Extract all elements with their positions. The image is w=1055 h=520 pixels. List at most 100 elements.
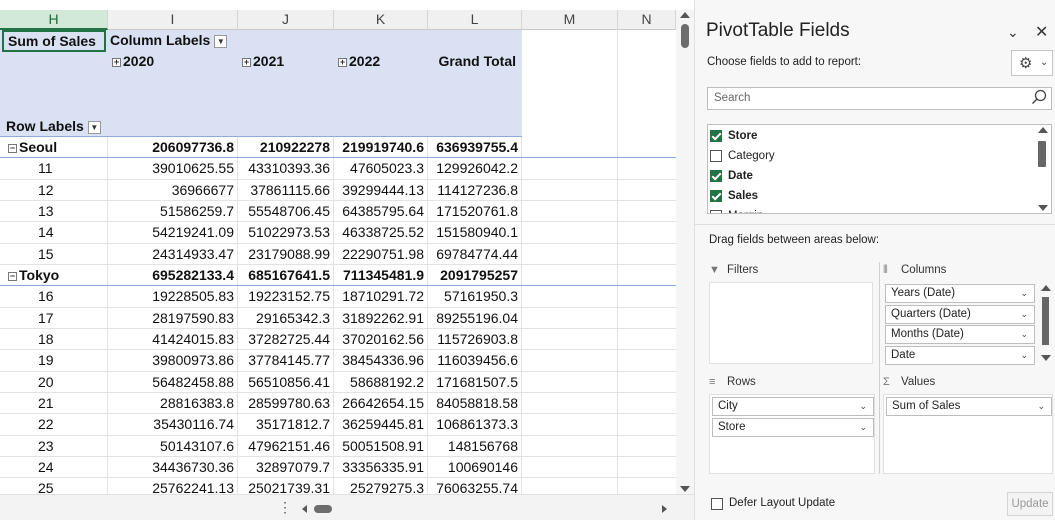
field-item[interactable]: Store [710, 127, 1030, 147]
value-cell[interactable]: 37784145.77 [238, 350, 333, 371]
value-cell[interactable]: 50143107.6 [108, 436, 237, 457]
value-cell[interactable]: 43310393.36 [238, 158, 333, 179]
expand-icon[interactable]: + [242, 57, 251, 67]
update-button[interactable]: Update [1007, 492, 1053, 516]
value-cell[interactable]: 18710291.72 [334, 286, 427, 307]
scroll-down-icon[interactable] [680, 486, 690, 492]
rows-drop-zone[interactable]: City ⌄ Store ⌄ [709, 394, 875, 474]
value-cell[interactable]: 34436730.36 [108, 457, 237, 478]
field-checkbox[interactable] [710, 170, 722, 182]
year-header[interactable]: +2022 [338, 51, 426, 72]
value-cell[interactable]: 51022973.53 [238, 222, 333, 243]
value-cell[interactable]: 39299444.13 [334, 180, 427, 201]
value-cell[interactable]: 25279275.3 [334, 478, 427, 494]
column-header[interactable]: M [522, 10, 618, 30]
value-cell[interactable]: 206097736.8 [108, 137, 237, 158]
cell-grid[interactable]: Sum of Sales Column Labels ▼ +2020 +2021 +202… [0, 30, 676, 494]
filter-dropdown-icon[interactable]: ▼ [87, 120, 101, 134]
value-cell[interactable]: 151580940.1 [428, 222, 521, 243]
column-header[interactable]: N [618, 10, 676, 30]
value-cell[interactable]: 219919740.6 [334, 137, 427, 158]
field-item[interactable]: Margin [710, 207, 1030, 213]
value-cell[interactable]: 47605023.3 [334, 158, 427, 179]
column-header[interactable]: K [334, 10, 428, 30]
value-cell[interactable]: 116039456.6 [428, 350, 521, 371]
field-checkbox[interactable] [710, 190, 722, 202]
value-cell[interactable]: 24314933.47 [108, 244, 237, 265]
value-cell[interactable]: 32897079.7 [238, 457, 333, 478]
column-header[interactable]: H [0, 10, 108, 30]
scroll-left-icon[interactable] [302, 505, 307, 513]
chevron-down-icon[interactable]: ⌄ [859, 398, 867, 415]
value-cell[interactable]: 36966677 [108, 180, 237, 201]
value-cell[interactable]: 58688192.2 [334, 372, 427, 393]
pivot-value-field[interactable]: Sum of Sales [2, 30, 106, 52]
sheet-vertical-scrollbar[interactable] [676, 10, 694, 494]
field-item[interactable]: Category [710, 147, 1030, 167]
field-item[interactable]: Sales [710, 187, 1030, 207]
filters-drop-zone[interactable] [709, 282, 873, 364]
filter-dropdown-icon[interactable]: ▼ [214, 34, 228, 48]
value-cell[interactable]: 25021739.31 [238, 478, 333, 494]
more-options-icon[interactable]: ⋮ [278, 499, 292, 516]
field-list-scrollbar[interactable] [1036, 127, 1050, 211]
value-cell[interactable]: 41424015.83 [108, 329, 237, 350]
value-cell[interactable]: 37861115.66 [238, 180, 333, 201]
columns-chip[interactable]: Date ⌄ [885, 345, 1035, 365]
value-cell[interactable]: 2091795257 [428, 265, 521, 286]
value-cell[interactable]: 56482458.88 [108, 372, 237, 393]
chevron-down-icon[interactable]: ⌄ [1020, 306, 1028, 323]
column-header[interactable]: L [428, 10, 522, 30]
values-drop-zone[interactable]: Sum of Sales ⌄ [883, 394, 1053, 474]
year-header[interactable]: +2020 [112, 51, 236, 72]
value-cell[interactable]: 28599780.63 [238, 393, 333, 414]
value-cell[interactable]: 19223152.75 [238, 286, 333, 307]
field-search-input[interactable]: Search [707, 87, 1052, 110]
value-cell[interactable]: 695282133.4 [108, 265, 237, 286]
value-cell[interactable]: 711345481.9 [334, 265, 427, 286]
value-cell[interactable]: 50051508.91 [334, 436, 427, 457]
chevron-down-icon[interactable]: ⌄ [1020, 347, 1028, 364]
scroll-thumb[interactable] [681, 24, 689, 48]
sheet-horizontal-scrollbar[interactable]: ⋮ [0, 494, 694, 520]
close-icon[interactable]: ✕ [1035, 22, 1048, 42]
value-cell[interactable]: 39800973.86 [108, 350, 237, 371]
rows-chip[interactable]: City ⌄ [712, 397, 874, 416]
value-cell[interactable]: 210922278 [238, 137, 333, 158]
value-cell[interactable]: 76063255.74 [428, 478, 521, 494]
value-cell[interactable]: 54219241.09 [108, 222, 237, 243]
scroll-down-icon[interactable] [1038, 205, 1048, 211]
value-cell[interactable]: 38454336.96 [334, 350, 427, 371]
value-cell[interactable]: 115726903.8 [428, 329, 521, 350]
value-cell[interactable]: 148156768 [428, 436, 521, 457]
value-cell[interactable]: 84058818.58 [428, 393, 521, 414]
value-cell[interactable]: 37020162.56 [334, 329, 427, 350]
column-header[interactable]: J [238, 10, 334, 30]
chevron-down-icon[interactable]: ⌄ [1037, 398, 1045, 415]
scroll-down-icon[interactable] [1041, 355, 1051, 361]
value-cell[interactable]: 35430116.74 [108, 414, 237, 435]
columns-chip[interactable]: Months (Date) ⌄ [885, 325, 1035, 344]
value-cell[interactable]: 89255196.04 [428, 308, 521, 329]
expand-icon[interactable]: + [338, 57, 347, 67]
columns-area-scrollbar[interactable] [1039, 285, 1053, 361]
year-header[interactable]: +2021 [242, 51, 332, 72]
value-cell[interactable]: 26642654.15 [334, 393, 427, 414]
columns-chip[interactable]: Years (Date) ⌄ [885, 284, 1035, 303]
value-cell[interactable]: 29165342.3 [238, 308, 333, 329]
value-cell[interactable]: 28816383.8 [108, 393, 237, 414]
scroll-thumb[interactable] [1042, 297, 1049, 345]
chevron-down-icon[interactable]: ⌄ [1020, 285, 1028, 302]
value-cell[interactable]: 31892262.91 [334, 308, 427, 329]
scroll-up-icon[interactable] [1038, 127, 1048, 133]
columns-drop-zone[interactable]: Years (Date) ⌄ Quarters (Date) ⌄ Months (Dat… [883, 282, 1035, 365]
value-cell[interactable]: 685167641.5 [238, 265, 333, 286]
defer-layout-checkbox[interactable] [711, 498, 723, 510]
value-cell[interactable]: 56510856.41 [238, 372, 333, 393]
value-cell[interactable]: 129926042.2 [428, 158, 521, 179]
value-cell[interactable]: 39010625.55 [108, 158, 237, 179]
column-header[interactable]: I [108, 10, 238, 30]
scroll-thumb[interactable] [1038, 141, 1046, 167]
value-cell[interactable]: 100690146 [428, 457, 521, 478]
expand-icon[interactable]: + [112, 57, 121, 67]
